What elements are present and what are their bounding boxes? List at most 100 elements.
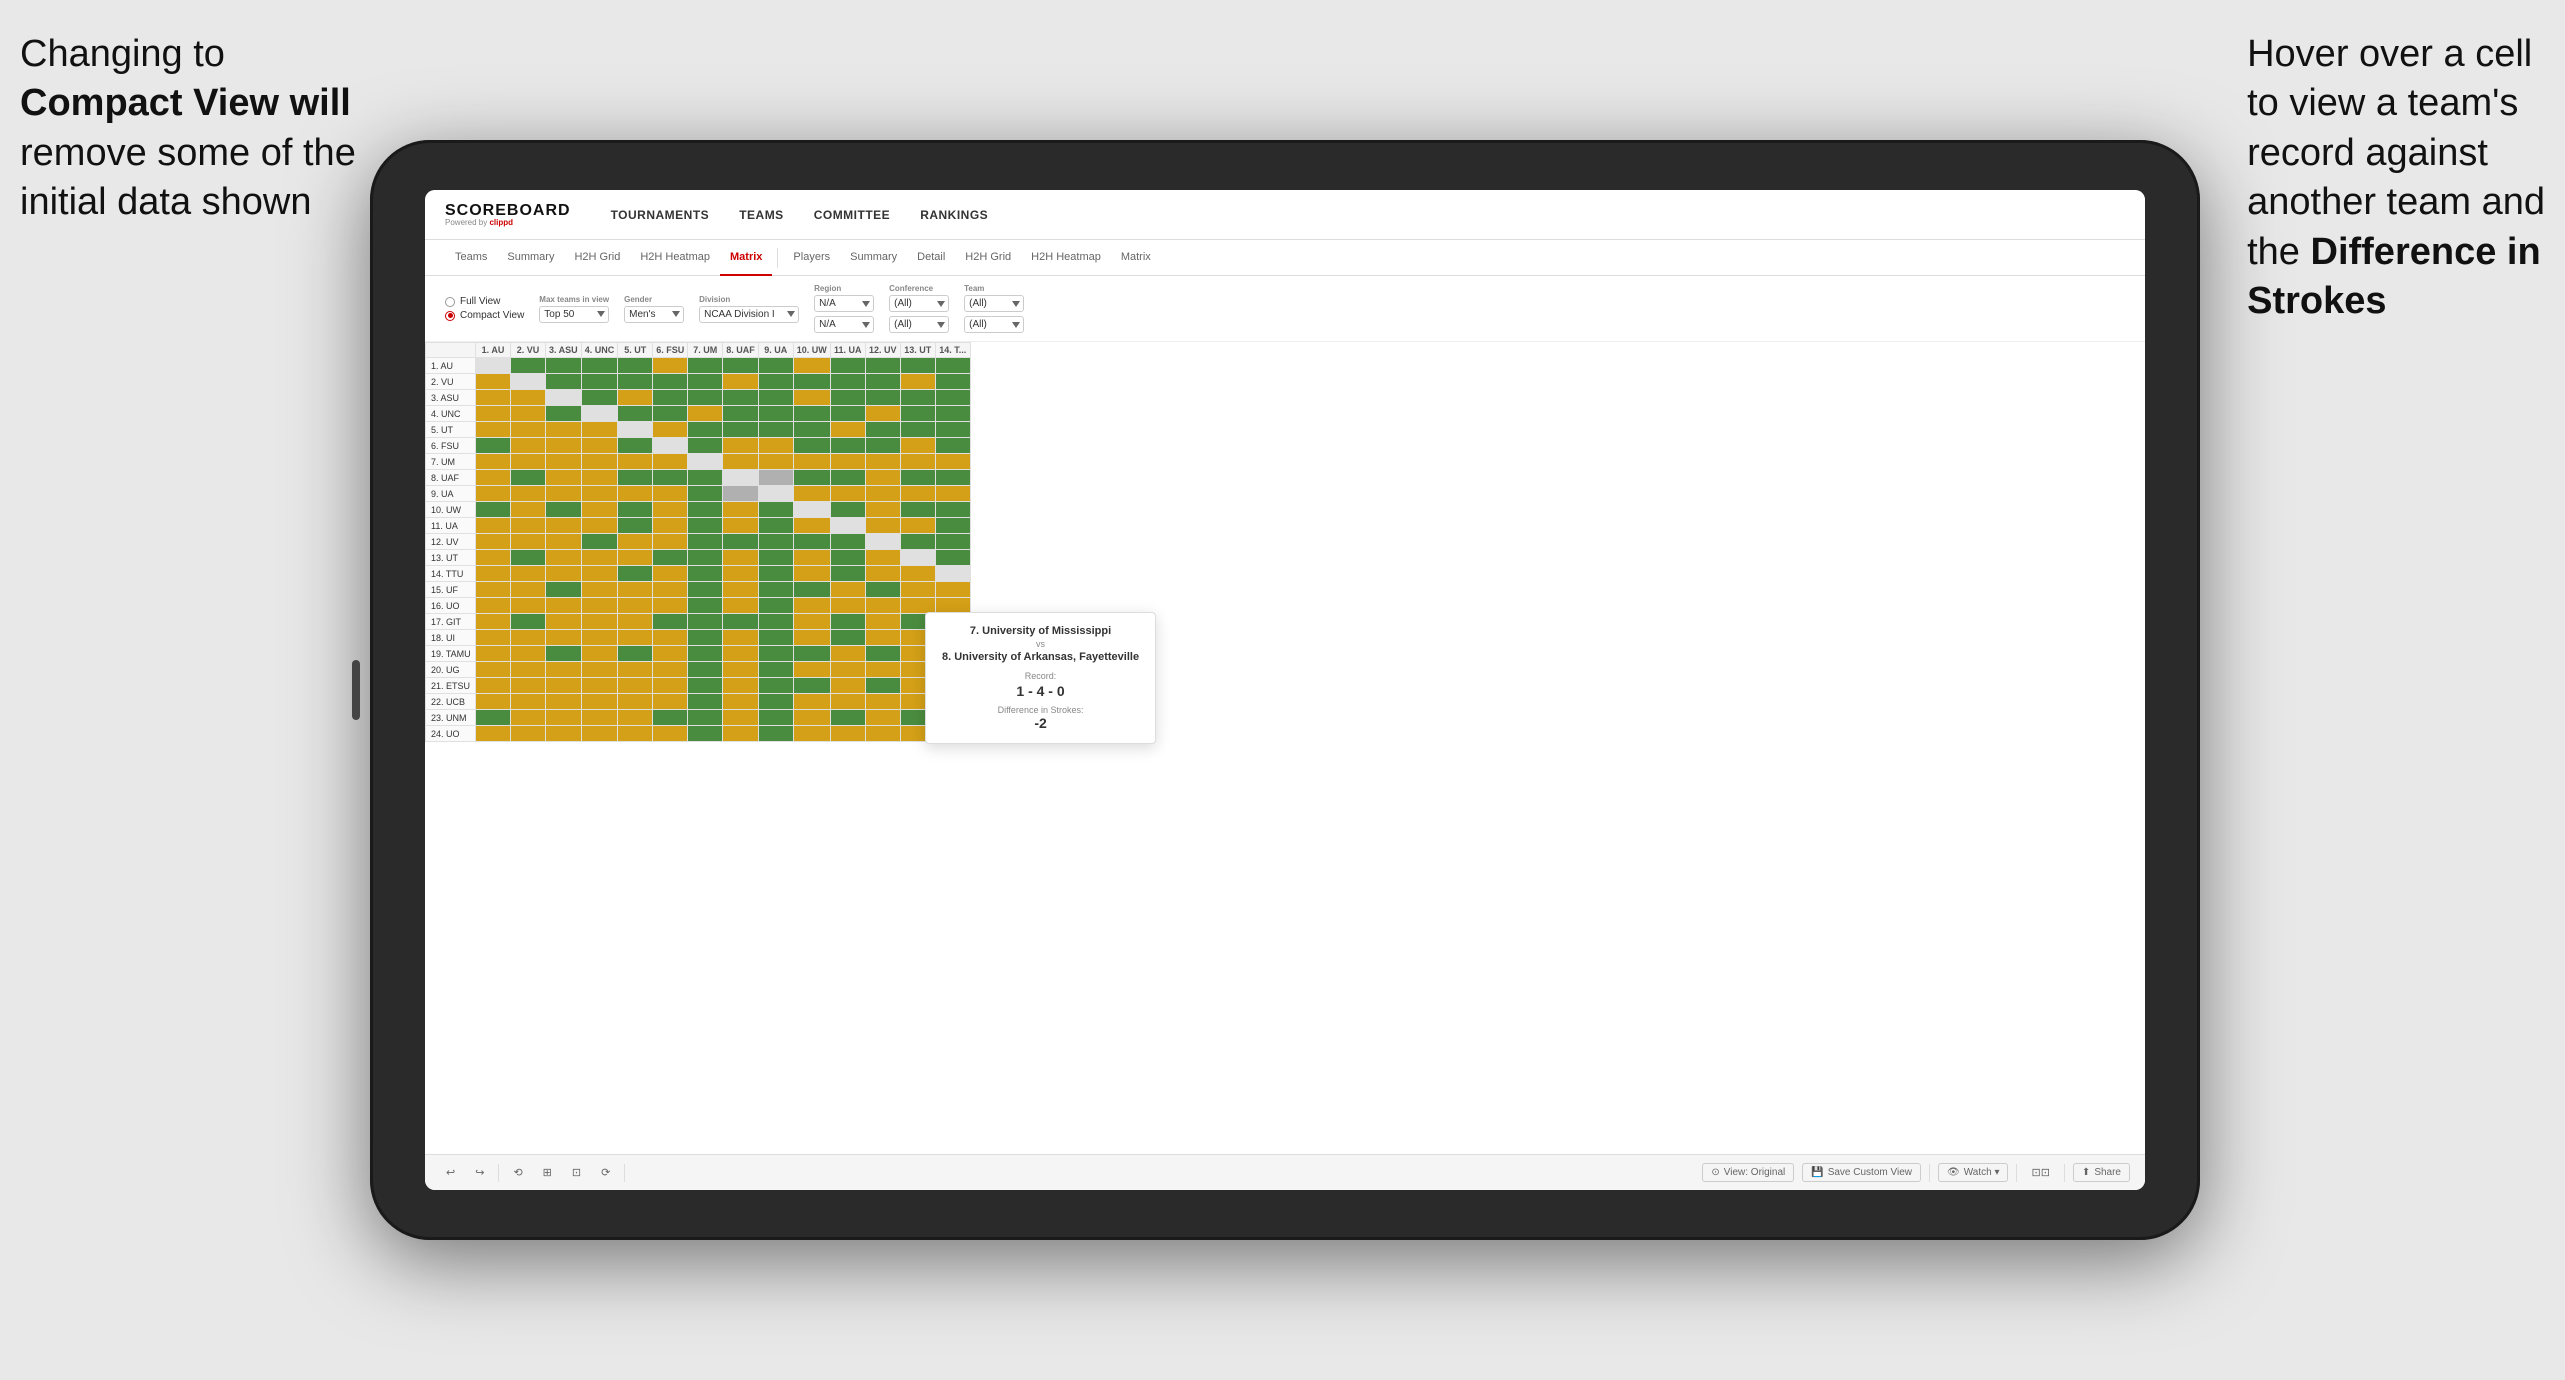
- matrix-cell-12-3[interactable]: [581, 550, 618, 566]
- matrix-cell-4-9[interactable]: [793, 422, 830, 438]
- gender-select[interactable]: Men's: [624, 306, 684, 323]
- matrix-cell-7-4[interactable]: [618, 470, 653, 486]
- matrix-cell-1-4[interactable]: [618, 374, 653, 390]
- matrix-cell-21-9[interactable]: [793, 694, 830, 710]
- matrix-cell-21-2[interactable]: [546, 694, 582, 710]
- matrix-cell-2-13[interactable]: [935, 390, 970, 406]
- matrix-cell-13-2[interactable]: [546, 566, 582, 582]
- matrix-cell-6-0[interactable]: [476, 454, 511, 470]
- matrix-cell-11-5[interactable]: [653, 534, 688, 550]
- zoom-button[interactable]: ⊡: [566, 1163, 587, 1182]
- matrix-cell-11-1[interactable]: [511, 534, 546, 550]
- matrix-cell-20-1[interactable]: [511, 678, 546, 694]
- matrix-cell-6-12[interactable]: [900, 454, 935, 470]
- matrix-cell-7-0[interactable]: [476, 470, 511, 486]
- matrix-cell-14-4[interactable]: [618, 582, 653, 598]
- matrix-cell-18-6[interactable]: [688, 646, 723, 662]
- matrix-cell-5-13[interactable]: [935, 438, 970, 454]
- matrix-cell-0-8[interactable]: [758, 358, 793, 374]
- matrix-cell-17-5[interactable]: [653, 630, 688, 646]
- matrix-cell-0-13[interactable]: [935, 358, 970, 374]
- matrix-cell-23-3[interactable]: [581, 726, 618, 742]
- matrix-cell-3-1[interactable]: [511, 406, 546, 422]
- matrix-cell-14-1[interactable]: [511, 582, 546, 598]
- matrix-cell-22-3[interactable]: [581, 710, 618, 726]
- tab-summary-2[interactable]: Summary: [840, 240, 907, 276]
- tab-players[interactable]: Players: [783, 240, 840, 276]
- matrix-cell-8-13[interactable]: [935, 486, 970, 502]
- matrix-cell-4-0[interactable]: [476, 422, 511, 438]
- matrix-cell-4-8[interactable]: [758, 422, 793, 438]
- matrix-cell-17-9[interactable]: [793, 630, 830, 646]
- matrix-cell-12-2[interactable]: [546, 550, 582, 566]
- matrix-cell-21-0[interactable]: [476, 694, 511, 710]
- matrix-cell-5-0[interactable]: [476, 438, 511, 454]
- matrix-cell-5-1[interactable]: [511, 438, 546, 454]
- matrix-cell-0-10[interactable]: [830, 358, 865, 374]
- matrix-cell-1-11[interactable]: [865, 374, 900, 390]
- matrix-cell-10-6[interactable]: [688, 518, 723, 534]
- reset-button[interactable]: ⟳: [595, 1163, 616, 1182]
- matrix-cell-12-11[interactable]: [865, 550, 900, 566]
- matrix-cell-22-10[interactable]: [830, 710, 865, 726]
- matrix-cell-21-10[interactable]: [830, 694, 865, 710]
- tab-matrix-2[interactable]: Matrix: [1111, 240, 1161, 276]
- matrix-cell-8-7[interactable]: [723, 486, 759, 502]
- matrix-cell-7-3[interactable]: [581, 470, 618, 486]
- matrix-cell-23-0[interactable]: [476, 726, 511, 742]
- matrix-cell-4-11[interactable]: [865, 422, 900, 438]
- matrix-cell-5-10[interactable]: [830, 438, 865, 454]
- matrix-cell-20-8[interactable]: [758, 678, 793, 694]
- matrix-cell-0-0[interactable]: [476, 358, 511, 374]
- matrix-cell-6-7[interactable]: [723, 454, 759, 470]
- matrix-cell-8-6[interactable]: [688, 486, 723, 502]
- matrix-cell-19-6[interactable]: [688, 662, 723, 678]
- matrix-cell-4-3[interactable]: [581, 422, 618, 438]
- matrix-cell-2-8[interactable]: [758, 390, 793, 406]
- matrix-cell-9-5[interactable]: [653, 502, 688, 518]
- matrix-cell-9-9[interactable]: [793, 502, 830, 518]
- matrix-cell-15-8[interactable]: [758, 598, 793, 614]
- matrix-cell-12-8[interactable]: [758, 550, 793, 566]
- matrix-cell-16-4[interactable]: [618, 614, 653, 630]
- matrix-cell-0-5[interactable]: [653, 358, 688, 374]
- matrix-cell-10-5[interactable]: [653, 518, 688, 534]
- matrix-cell-12-6[interactable]: [688, 550, 723, 566]
- matrix-cell-6-13[interactable]: [935, 454, 970, 470]
- matrix-cell-1-13[interactable]: [935, 374, 970, 390]
- tab-teams[interactable]: Teams: [445, 240, 497, 276]
- matrix-cell-7-2[interactable]: [546, 470, 582, 486]
- matrix-cell-13-9[interactable]: [793, 566, 830, 582]
- matrix-cell-22-2[interactable]: [546, 710, 582, 726]
- matrix-cell-18-11[interactable]: [865, 646, 900, 662]
- matrix-cell-7-11[interactable]: [865, 470, 900, 486]
- matrix-cell-8-2[interactable]: [546, 486, 582, 502]
- matrix-cell-10-1[interactable]: [511, 518, 546, 534]
- matrix-cell-5-11[interactable]: [865, 438, 900, 454]
- matrix-cell-5-8[interactable]: [758, 438, 793, 454]
- matrix-cell-15-4[interactable]: [618, 598, 653, 614]
- matrix-cell-22-8[interactable]: [758, 710, 793, 726]
- matrix-cell-13-0[interactable]: [476, 566, 511, 582]
- matrix-cell-18-7[interactable]: [723, 646, 759, 662]
- matrix-cell-14-2[interactable]: [546, 582, 582, 598]
- matrix-cell-12-0[interactable]: [476, 550, 511, 566]
- conference-select[interactable]: (All): [889, 295, 949, 312]
- matrix-cell-2-5[interactable]: [653, 390, 688, 406]
- matrix-cell-22-1[interactable]: [511, 710, 546, 726]
- matrix-cell-1-6[interactable]: [688, 374, 723, 390]
- matrix-cell-5-6[interactable]: [688, 438, 723, 454]
- nav-rankings[interactable]: RANKINGS: [920, 208, 988, 222]
- matrix-cell-1-5[interactable]: [653, 374, 688, 390]
- matrix-cell-3-11[interactable]: [865, 406, 900, 422]
- matrix-cell-6-8[interactable]: [758, 454, 793, 470]
- matrix-cell-20-10[interactable]: [830, 678, 865, 694]
- matrix-cell-9-8[interactable]: [758, 502, 793, 518]
- matrix-cell-8-1[interactable]: [511, 486, 546, 502]
- matrix-cell-14-10[interactable]: [830, 582, 865, 598]
- matrix-cell-4-1[interactable]: [511, 422, 546, 438]
- matrix-cell-16-10[interactable]: [830, 614, 865, 630]
- matrix-cell-20-3[interactable]: [581, 678, 618, 694]
- matrix-cell-17-4[interactable]: [618, 630, 653, 646]
- matrix-cell-4-12[interactable]: [900, 422, 935, 438]
